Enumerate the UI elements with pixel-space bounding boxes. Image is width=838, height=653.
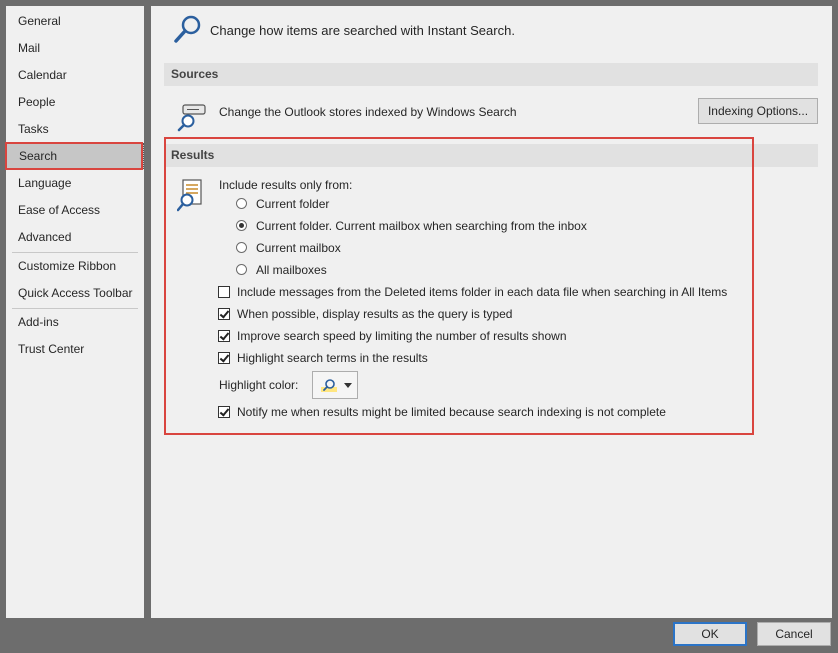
sidebar-item-add-ins[interactable]: Add-ins (6, 309, 144, 335)
sources-description: Change the Outlook stores indexed by Win… (219, 105, 517, 119)
radio-label-current-mailbox[interactable]: Current mailbox (256, 241, 341, 255)
chevron-down-icon (344, 383, 352, 388)
document-search-icon (177, 179, 202, 212)
checkbox-label-improve-speed[interactable]: Improve search speed by limiting the num… (237, 329, 567, 343)
radio-current-folder-mailbox[interactable] (236, 220, 247, 231)
radio-current-mailbox[interactable] (236, 242, 247, 253)
mailbox-search-icon (177, 104, 206, 132)
highlight-color-swatch-icon (321, 379, 337, 392)
sidebar-item-advanced[interactable]: Advanced (6, 224, 144, 250)
radio-current-folder[interactable] (236, 198, 247, 209)
sources-section-header: Sources (164, 63, 818, 86)
checkbox-display-as-typed[interactable] (218, 308, 230, 320)
checkbox-improve-speed[interactable] (218, 330, 230, 342)
sidebar-item-ease-of-access[interactable]: Ease of Access (6, 197, 144, 223)
sidebar-item-language[interactable]: Language (6, 170, 144, 196)
highlight-color-label: Highlight color: (219, 378, 299, 392)
sidebar-item-people[interactable]: People (6, 89, 144, 115)
checkbox-include-deleted[interactable] (218, 286, 230, 298)
highlight-color-picker[interactable] (312, 371, 358, 399)
results-section-header: Results (164, 144, 818, 167)
indexing-options-button[interactable]: Indexing Options... (698, 98, 818, 124)
checkbox-notify-limited[interactable] (218, 406, 230, 418)
include-results-label: Include results only from: (219, 178, 353, 192)
sidebar-item-quick-access-toolbar[interactable]: Quick Access Toolbar (6, 280, 144, 306)
radio-all-mailboxes[interactable] (236, 264, 247, 275)
sidebar-item-customize-ribbon[interactable]: Customize Ribbon (6, 253, 144, 279)
ok-button[interactable]: OK (673, 622, 747, 646)
page-description: Change how items are searched with Insta… (210, 23, 515, 38)
options-content-panel: Change how items are searched with Insta… (151, 6, 832, 618)
radio-label-all-mailboxes[interactable]: All mailboxes (256, 263, 327, 277)
checkbox-label-notify-limited[interactable]: Notify me when results might be limited … (237, 405, 666, 419)
checkbox-label-include-deleted[interactable]: Include messages from the Deleted items … (237, 285, 727, 299)
sidebar-item-mail[interactable]: Mail (6, 35, 144, 61)
sidebar-item-calendar[interactable]: Calendar (6, 62, 144, 88)
radio-label-current-folder-mailbox[interactable]: Current folder. Current mailbox when sea… (256, 219, 587, 233)
checkbox-label-display-as-typed[interactable]: When possible, display results as the qu… (237, 307, 512, 321)
radio-label-current-folder[interactable]: Current folder (256, 197, 329, 211)
sidebar-item-search[interactable]: Search (6, 143, 144, 169)
sidebar-item-tasks[interactable]: Tasks (6, 116, 144, 142)
checkbox-label-highlight-terms[interactable]: Highlight search terms in the results (237, 351, 428, 365)
magnifier-icon (174, 15, 201, 43)
checkbox-highlight-terms[interactable] (218, 352, 230, 364)
sidebar-nav: General Mail Calendar People Tasks Searc… (6, 6, 144, 618)
cancel-button[interactable]: Cancel (757, 622, 831, 646)
sidebar-item-general[interactable]: General (6, 8, 144, 34)
sidebar-item-trust-center[interactable]: Trust Center (6, 336, 144, 362)
